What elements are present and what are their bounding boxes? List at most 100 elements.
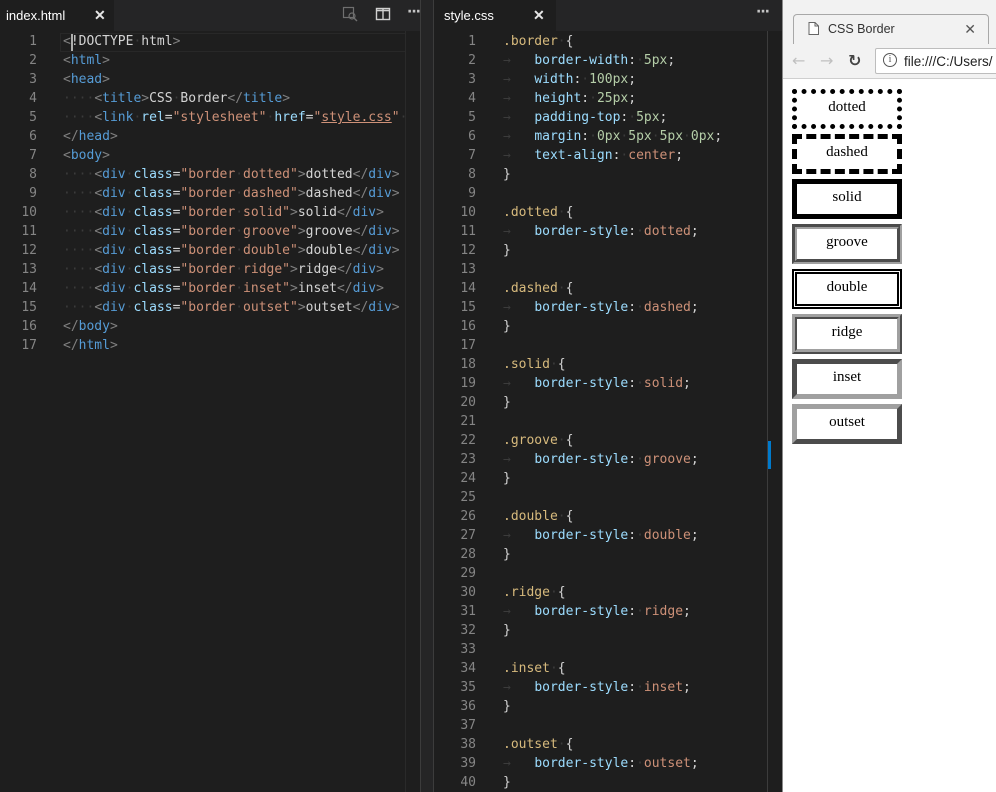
code-line[interactable]: 8 ····<div·class="border·dotted">dotted</… [0, 165, 420, 184]
html-code-area[interactable]: 1 <!DOCTYPE·html> 2 <html> 3 <head> 4 ····<titl… [0, 31, 420, 792]
line-number: 33 [460, 642, 476, 657]
code-line[interactable]: 27 → border-style:·double; [434, 526, 782, 545]
code-line[interactable]: 12} [434, 241, 782, 260]
code-line[interactable]: 14 .dashed·{ [434, 279, 782, 298]
code-line[interactable]: 28} [434, 545, 782, 564]
code-line[interactable]: 16 </body> [0, 317, 420, 336]
line-number: 12 [460, 243, 476, 258]
code-line[interactable]: 29 [434, 564, 782, 583]
code-line[interactable]: 2 <html> [0, 51, 420, 70]
left-editor-scrollbar[interactable] [405, 31, 420, 792]
code-line[interactable]: 11 → border-style:·dotted; [434, 222, 782, 241]
code-line[interactable]: 13 ····<div·class="border·ridge">ridge</d… [0, 260, 420, 279]
code-line[interactable]: 4 → height:·25px; [434, 89, 782, 108]
code-line[interactable]: 12 ····<div·class="border·double">double<… [0, 241, 420, 260]
code-line[interactable]: 30 .ridge·{ [434, 583, 782, 602]
code-line[interactable]: 17 </html> [0, 336, 420, 355]
code-line[interactable]: 25 [434, 488, 782, 507]
code-line[interactable]: 14 ····<div·class="border·inset">inset</d… [0, 279, 420, 298]
line-text: → margin:·0px·5px·5px·0px; [503, 129, 723, 144]
editor-tab-bar: style.css ✕ ··· [434, 0, 782, 31]
browser-toolbar: ← → ↻ i file:///C:/Users/ [783, 44, 996, 79]
reload-icon[interactable]: ↻ [848, 51, 861, 70]
tab-index-html[interactable]: index.html ✕ [0, 0, 114, 31]
tab-style-css[interactable]: style.css ✕ [434, 0, 556, 31]
line-text: → border-style:·inset; [503, 680, 691, 695]
line-text: <!DOCTYPE·html> [63, 34, 181, 49]
code-line[interactable]: 19 → border-style:·solid; [434, 374, 782, 393]
code-line[interactable]: 9 ····<div·class="border·dashed">dashed</… [0, 184, 420, 203]
code-line[interactable]: 35 → border-style:·inset; [434, 678, 782, 697]
code-line[interactable]: 21 [434, 412, 782, 431]
line-number: 31 [460, 604, 476, 619]
line-text: .border·{ [503, 34, 574, 49]
code-line[interactable]: 36} [434, 697, 782, 716]
code-line[interactable]: 4 ····<title>CSS·Border</title> [0, 89, 420, 108]
line-text: </html> [63, 338, 118, 353]
code-line[interactable]: 15 → border-style:·dashed; [434, 298, 782, 317]
split-editor-icon[interactable] [375, 6, 391, 26]
css-code-area[interactable]: 1 .border·{2 → border-width:·5px; 3 → width:… [434, 31, 782, 792]
code-line[interactable]: 17 [434, 336, 782, 355]
code-line[interactable]: 7 → text-align:·center; [434, 146, 782, 165]
code-line[interactable]: 23 → border-style:·groove; [434, 450, 782, 469]
code-line[interactable]: 18 .solid·{ [434, 355, 782, 374]
code-line[interactable]: 3 → width:·100px; [434, 70, 782, 89]
code-line[interactable]: 33 [434, 640, 782, 659]
code-line[interactable]: 10 .dotted·{ [434, 203, 782, 222]
line-number: 6 [29, 129, 37, 144]
border-demo-box: outset [792, 404, 902, 444]
line-text: → border-style:·solid; [503, 376, 691, 391]
code-line[interactable]: 15 ····<div·class="border·outset">outset<… [0, 298, 420, 317]
code-line[interactable]: 16} [434, 317, 782, 336]
code-line[interactable]: 37 [434, 716, 782, 735]
close-tab-icon[interactable]: ✕ [94, 7, 106, 24]
code-line[interactable]: 24} [434, 469, 782, 488]
code-line[interactable]: 39 → border-style:·outset; [434, 754, 782, 773]
more-actions-icon[interactable]: ··· [756, 4, 770, 20]
code-line[interactable]: 1 .border·{ [434, 32, 782, 51]
code-line[interactable]: 8} [434, 165, 782, 184]
code-line[interactable]: 7 <body> [0, 146, 420, 165]
css-editor-pane[interactable]: style.css ✕ ··· 1 .border·{2 → border-widt… [434, 0, 782, 792]
line-number: 9 [468, 186, 476, 201]
editor-tab-bar: index.html ✕ ··· [0, 0, 420, 31]
open-preview-icon[interactable] [342, 6, 358, 26]
line-number: 5 [468, 110, 476, 125]
editor-group-separator[interactable] [420, 0, 434, 792]
code-line[interactable]: 34 .inset·{ [434, 659, 782, 678]
code-line[interactable]: 11 ····<div·class="border·groove">groove<… [0, 222, 420, 241]
close-tab-icon[interactable]: ✕ [533, 7, 545, 24]
address-bar[interactable]: i file:///C:/Users/ [875, 48, 996, 74]
code-line[interactable]: 6 </head> [0, 127, 420, 146]
code-line[interactable]: 3 <head> [0, 70, 420, 89]
code-line[interactable]: 5 ····<link·rel="stylesheet"·href="style.… [0, 108, 420, 127]
html-editor-pane[interactable]: index.html ✕ ··· 1 <!DOCTYPE·html> 2 <html>… [0, 0, 420, 792]
code-line[interactable]: 10 ····<div·class="border·solid">solid</d… [0, 203, 420, 222]
browser-tab[interactable]: CSS Border ✕ [793, 14, 989, 44]
code-line[interactable]: 31 → border-style:·ridge; [434, 602, 782, 621]
border-demo-box: inset [792, 359, 902, 399]
code-line[interactable]: 22 .groove·{ [434, 431, 782, 450]
code-line[interactable]: 26 .double·{ [434, 507, 782, 526]
code-line[interactable]: 5 → padding-top:·5px; [434, 108, 782, 127]
forward-icon[interactable]: → [820, 51, 833, 70]
line-number: 25 [460, 490, 476, 505]
border-demo-box: dotted [792, 89, 902, 129]
code-line[interactable]: 38 .outset·{ [434, 735, 782, 754]
right-editor-scrollbar[interactable] [767, 31, 782, 792]
code-line[interactable]: 20} [434, 393, 782, 412]
code-line[interactable]: 1 <!DOCTYPE·html> [0, 32, 420, 51]
code-line[interactable]: 32} [434, 621, 782, 640]
code-line[interactable]: 40} [434, 773, 782, 792]
tab-label: style.css [444, 8, 494, 23]
code-line[interactable]: 13 [434, 260, 782, 279]
line-text: <head> [63, 72, 110, 87]
back-icon[interactable]: ← [792, 51, 805, 70]
info-icon[interactable]: i [883, 53, 897, 67]
close-tab-icon[interactable]: ✕ [964, 21, 976, 38]
code-line[interactable]: 2 → border-width:·5px; [434, 51, 782, 70]
code-line[interactable]: 6 → margin:·0px·5px·5px·0px; [434, 127, 782, 146]
more-actions-icon[interactable]: ··· [407, 4, 420, 20]
code-line[interactable]: 9 [434, 184, 782, 203]
